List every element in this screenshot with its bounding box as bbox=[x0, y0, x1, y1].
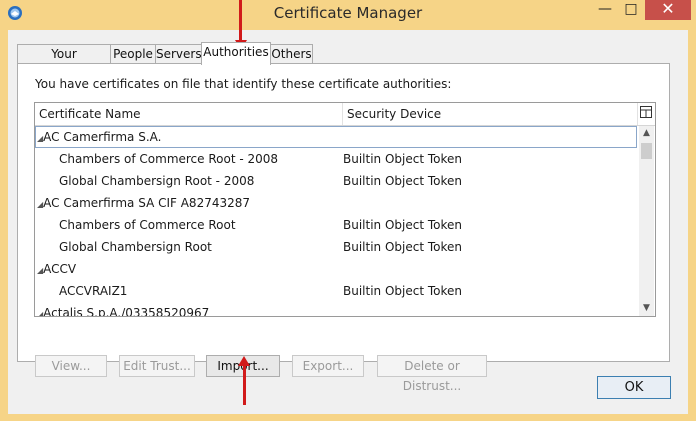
row-name: AC Camerfirma S.A. bbox=[43, 130, 162, 144]
delete-or-distrust-button[interactable]: Delete or Distrust... bbox=[377, 355, 487, 393]
authorities-panel: You have certificates on file that ident… bbox=[17, 63, 670, 393]
tree-child-row[interactable]: Global Chambersign Root Builtin Object T… bbox=[35, 236, 637, 258]
tree-child-row[interactable]: Chambers of Commerce Root Builtin Object… bbox=[35, 214, 637, 236]
tree-child-row[interactable]: Global Chambersign Root - 2008 Builtin O… bbox=[35, 170, 637, 192]
certificate-tree[interactable]: Certificate Name Security Device ◢AC Cam… bbox=[34, 102, 656, 317]
row-device: Builtin Object Token bbox=[343, 152, 463, 166]
close-button[interactable]: ✕ bbox=[645, 0, 691, 20]
minimize-button[interactable]: — bbox=[592, 0, 618, 20]
tree-group-row[interactable]: ◢ACCV bbox=[35, 258, 637, 280]
row-device: Builtin Object Token bbox=[343, 240, 463, 254]
row-name: ACCV bbox=[43, 262, 77, 276]
tree-group-row[interactable]: ◢Actalis S.p.A./03358520967 bbox=[35, 302, 637, 316]
row-name: AC Camerfirma SA CIF A82743287 bbox=[43, 196, 251, 210]
row-device: Builtin Object Token bbox=[343, 218, 463, 232]
row-name: Global Chambersign Root - 2008 bbox=[59, 174, 255, 188]
row-device: Builtin Object Token bbox=[343, 284, 463, 298]
edit-trust-button[interactable]: Edit Trust... bbox=[119, 355, 195, 377]
export-button[interactable]: Export... bbox=[292, 355, 364, 377]
ok-button[interactable]: OK bbox=[597, 376, 671, 399]
tab-servers[interactable]: Servers bbox=[155, 44, 202, 64]
scroll-thumb[interactable] bbox=[641, 143, 652, 159]
scroll-up-icon[interactable]: ▲ bbox=[639, 126, 654, 141]
row-name: Actalis S.p.A./03358520967 bbox=[43, 306, 210, 316]
title-bar[interactable]: Certificate Manager — □ ✕ bbox=[0, 0, 696, 26]
row-name: Chambers of Commerce Root - 2008 bbox=[59, 152, 279, 166]
annotation-arrowhead-up bbox=[238, 356, 250, 366]
vertical-scrollbar[interactable]: ▲ ▼ bbox=[639, 126, 654, 316]
tab-others[interactable]: Others bbox=[270, 44, 313, 64]
tree-child-row[interactable]: ACCVRAIZ1 Builtin Object Token bbox=[35, 280, 637, 302]
row-name: Global Chambersign Root bbox=[59, 240, 212, 254]
panel-description: You have certificates on file that ident… bbox=[35, 77, 452, 91]
certificate-rows: ◢AC Camerfirma S.A. Chambers of Commerce… bbox=[35, 126, 637, 316]
tree-group-row[interactable]: ◢AC Camerfirma SA CIF A82743287 bbox=[35, 192, 637, 214]
tab-authorities[interactable]: Authorities bbox=[201, 42, 271, 65]
annotation-arrow-shaft-top bbox=[239, 0, 242, 40]
column-header-certificate-name[interactable]: Certificate Name bbox=[35, 103, 343, 125]
dialog-body: Your Certificates People Servers Authori… bbox=[8, 30, 688, 414]
certificate-manager-window: Certificate Manager — □ ✕ Your Certifica… bbox=[0, 0, 696, 421]
row-device: Builtin Object Token bbox=[343, 174, 463, 188]
row-name: Chambers of Commerce Root bbox=[59, 218, 236, 232]
column-picker-icon[interactable] bbox=[639, 106, 653, 120]
annotation-arrow-shaft-bottom bbox=[243, 366, 246, 405]
tree-group-row[interactable]: ◢AC Camerfirma S.A. bbox=[35, 126, 637, 148]
tree-child-row[interactable]: Chambers of Commerce Root - 2008 Builtin… bbox=[35, 148, 637, 170]
view-button[interactable]: View... bbox=[35, 355, 107, 377]
tab-your-certificates[interactable]: Your Certificates bbox=[17, 44, 111, 79]
tab-people[interactable]: People bbox=[110, 44, 156, 64]
scroll-down-icon[interactable]: ▼ bbox=[639, 301, 654, 316]
row-name: ACCVRAIZ1 bbox=[59, 284, 128, 298]
column-header-security-device[interactable]: Security Device bbox=[343, 103, 638, 125]
maximize-button[interactable]: □ bbox=[618, 0, 644, 20]
